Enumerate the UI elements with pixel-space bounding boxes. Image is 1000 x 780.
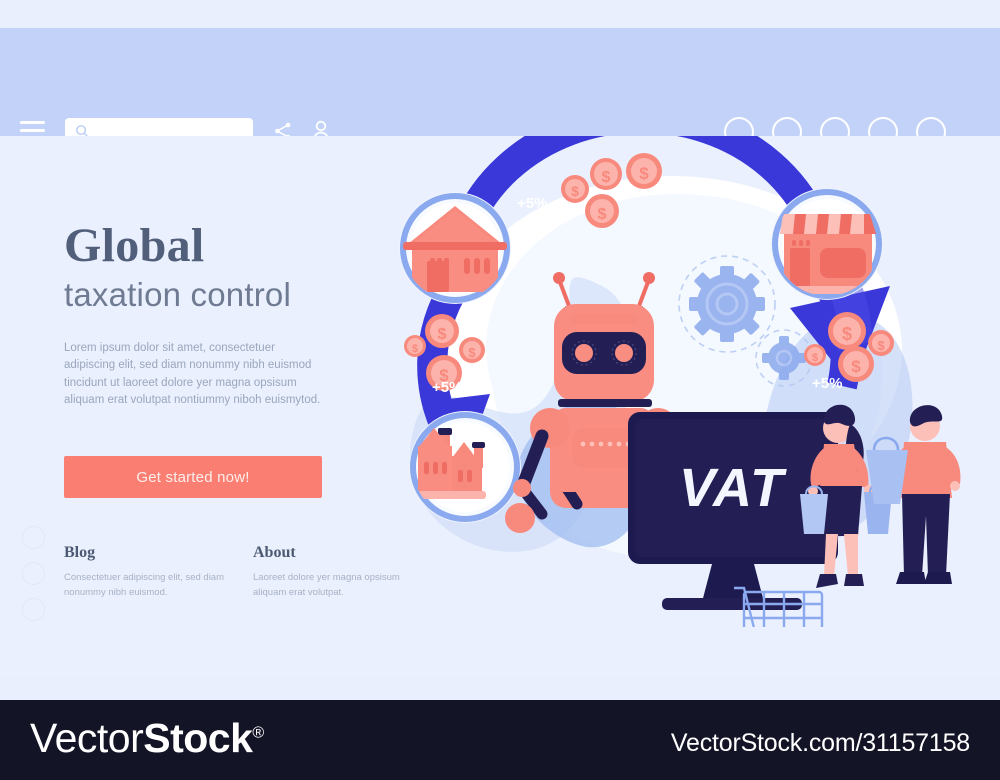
watermark-footer: VectorStock® VectorStock.com/31157158 (0, 700, 1000, 780)
robot-head-highlight (570, 314, 638, 324)
decorative-circle-1 (22, 526, 45, 549)
woman-leg-right (844, 534, 858, 576)
page-title-line1: Global (64, 219, 205, 272)
shop-icon (780, 214, 876, 294)
coin: $ (585, 194, 619, 228)
coin: $ (404, 335, 426, 357)
get-started-button[interactable]: Get started now! (64, 456, 322, 498)
coin: $ (804, 344, 826, 366)
logo-registered-mark: ® (252, 724, 264, 742)
gear-large (689, 266, 765, 342)
monitor-label: VAT (679, 458, 787, 518)
coin: $ (459, 337, 485, 363)
shop-node (771, 188, 883, 300)
rate-badge-right: +5% (812, 375, 842, 392)
house-node (399, 192, 511, 304)
hero-section: Global taxation control Lorem ipsum dolo… (0, 136, 1000, 627)
svg-text:$: $ (842, 324, 852, 344)
link-title-blog[interactable]: Blog (64, 544, 234, 562)
vectorstock-logo: VectorStock® (30, 718, 264, 759)
robot-eye-left (575, 344, 593, 362)
bottom-margin-band (0, 677, 1000, 700)
robot-chest-panel (572, 428, 634, 468)
robot-eye-right (615, 344, 633, 362)
logo-thin: Vector (30, 715, 144, 761)
coin: $ (590, 158, 622, 190)
woman-shoe-right (844, 574, 864, 586)
landing-page-mockup: Global taxation control Lorem ipsum dolo… (0, 0, 1000, 780)
svg-text:$: $ (639, 164, 649, 183)
man-pants (902, 494, 950, 576)
man-shoe-left (896, 572, 926, 584)
decorative-circles (22, 526, 45, 627)
svg-text:$: $ (598, 206, 607, 223)
site-header (0, 28, 1000, 147)
decorative-circle-3 (22, 598, 45, 621)
top-margin-band (0, 0, 1000, 28)
rate-badge-top: +5% (517, 195, 547, 212)
svg-text:$: $ (602, 169, 611, 186)
svg-text:$: $ (412, 343, 418, 355)
watermark-url: VectorStock.com/31157158 (670, 729, 970, 757)
man-shoe-right (924, 572, 952, 584)
svg-text:$: $ (468, 345, 476, 360)
link-column-blog: Blog Consectetuer adipiscing elit, sed d… (64, 544, 234, 600)
coin: $ (561, 175, 589, 203)
coin: $ (838, 346, 874, 382)
coin: $ (425, 314, 459, 348)
coin: $ (868, 330, 894, 356)
hero-paragraph: Lorem ipsum dolor sit amet, consectetuer… (64, 342, 321, 407)
svg-text:$: $ (812, 352, 818, 364)
monitor-stand (702, 564, 764, 602)
factory-node (409, 411, 521, 523)
svg-text:$: $ (877, 338, 885, 353)
link-body-blog: Consectetuer adipiscing elit, sed diam n… (64, 572, 225, 598)
coin: $ (626, 153, 662, 189)
svg-text:$: $ (438, 326, 447, 343)
robot-hand-left (505, 503, 535, 533)
rate-badge-left: +5% (432, 379, 462, 396)
woman-leg-left (824, 534, 838, 576)
decorative-circle-2 (22, 562, 45, 585)
coin: $ (828, 312, 866, 350)
svg-text:$: $ (571, 183, 579, 199)
logo-bold: Stock (143, 715, 253, 761)
svg-text:$: $ (851, 357, 861, 376)
robot-visor (562, 332, 646, 374)
robot-neck (558, 399, 652, 407)
woman-shoe-left (816, 574, 838, 588)
hero-illustration: VAT $ $ $ $ +5% $ $ $ $ +5% $ $ $ $ +5% (372, 136, 1000, 627)
page-title-line2: taxation control (64, 276, 291, 313)
